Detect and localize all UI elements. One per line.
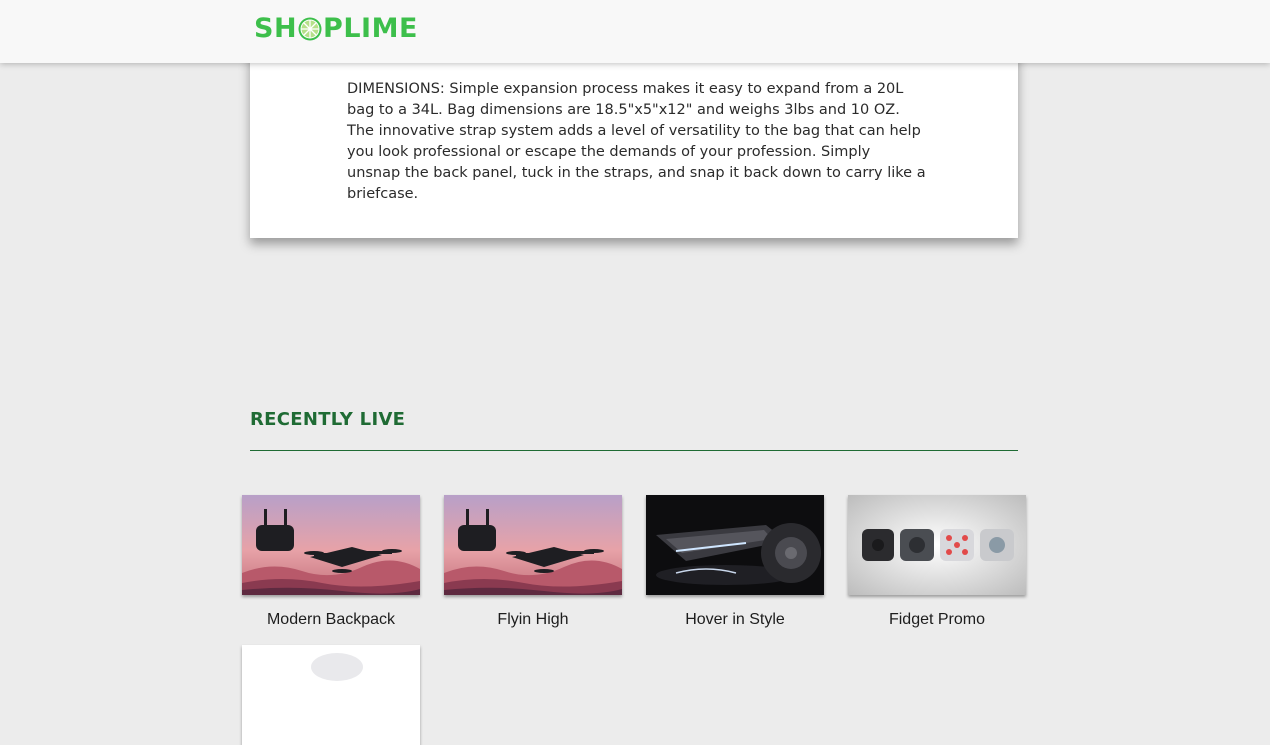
product-card-title[interactable]: Hover in Style bbox=[626, 611, 844, 629]
recently-live-heading: RECENTLY LIVE bbox=[250, 409, 406, 430]
logo-text-start: SH bbox=[254, 12, 298, 44]
product-description-card: DIMENSIONS: Simple expansion process mak… bbox=[250, 40, 1018, 238]
product-description-text: DIMENSIONS: Simple expansion process mak… bbox=[347, 81, 926, 202]
product-card[interactable]: Flyin High bbox=[444, 495, 622, 628]
product-card-title[interactable]: Modern Backpack bbox=[222, 611, 440, 629]
product-thumbnail[interactable] bbox=[848, 495, 1026, 595]
product-thumbnail[interactable] bbox=[242, 645, 420, 745]
product-thumbnail[interactable] bbox=[444, 495, 622, 595]
section-divider bbox=[250, 450, 1018, 451]
product-card[interactable] bbox=[242, 645, 420, 745]
top-navbar: SH PLIME bbox=[0, 0, 1270, 63]
product-card[interactable]: Hover in Style bbox=[646, 495, 824, 628]
product-thumbnail[interactable] bbox=[646, 495, 824, 595]
shoplime-logo[interactable]: SH PLIME bbox=[254, 12, 418, 44]
product-card-title[interactable]: Flyin High bbox=[424, 611, 642, 629]
product-card[interactable]: Modern Backpack bbox=[242, 495, 420, 628]
product-card[interactable]: Fidget Promo bbox=[848, 495, 1026, 628]
logo-text-end: PLIME bbox=[323, 12, 418, 44]
product-thumbnail[interactable] bbox=[242, 495, 420, 595]
lime-slice-icon bbox=[298, 17, 322, 41]
product-card-title[interactable]: Fidget Promo bbox=[828, 611, 1046, 629]
